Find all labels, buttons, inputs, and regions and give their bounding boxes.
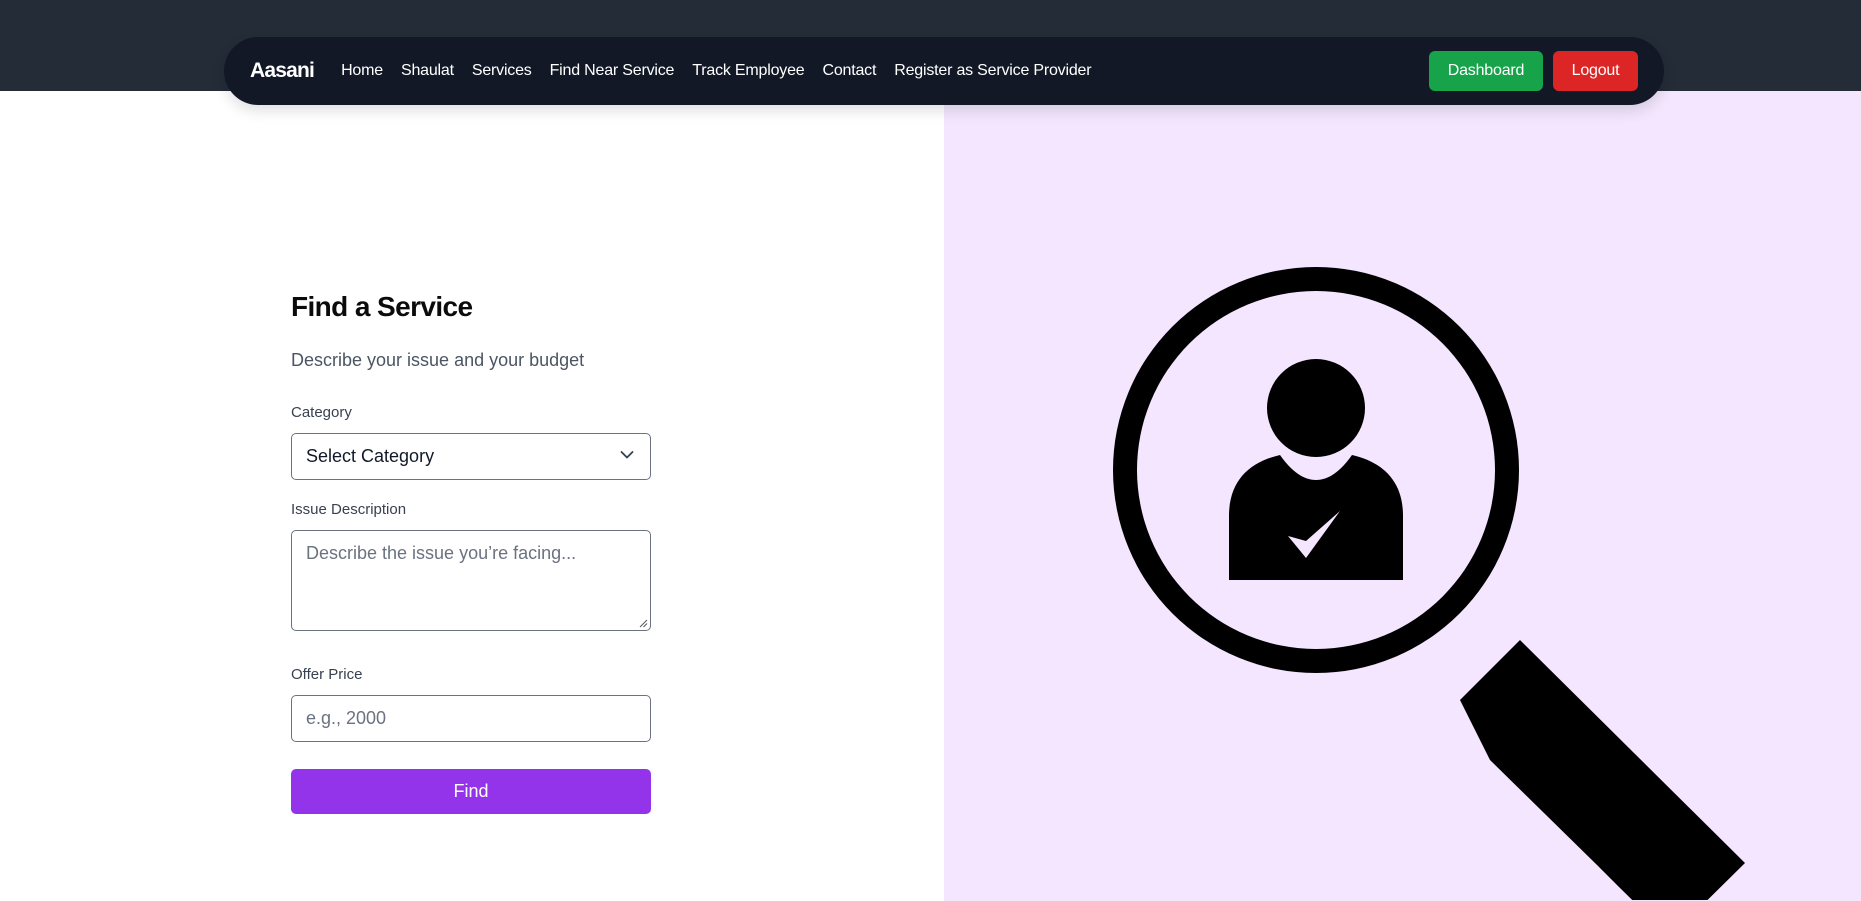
magnifier-person-check-icon (1113, 267, 1745, 900)
form-subtitle: Describe your issue and your budget (291, 350, 585, 370)
brand-logo[interactable]: Aasani (250, 59, 315, 83)
nav-link-contact[interactable]: Contact (822, 62, 876, 80)
category-select-value: Select Category (306, 446, 435, 466)
nav-link-shaulat[interactable]: Shaulat (401, 62, 454, 80)
offer-price-input[interactable]: e.g., 2000 (291, 695, 651, 742)
find-button[interactable]: Find (291, 769, 651, 814)
logout-button[interactable]: Logout (1553, 51, 1638, 91)
nav-actions: Dashboard Logout (1429, 51, 1638, 91)
resize-handle-icon[interactable] (638, 618, 648, 628)
offer-price-label: Offer Price (291, 666, 363, 683)
form-title: Find a Service (291, 291, 473, 322)
issue-placeholder: Describe the issue you’re facing... (306, 543, 577, 563)
navbar: Aasani Home Shaulat Services Find Near S… (224, 37, 1664, 105)
chevron-down-icon (620, 451, 634, 459)
category-label: Category (291, 404, 352, 421)
dashboard-button[interactable]: Dashboard (1429, 51, 1543, 91)
nav-link-services[interactable]: Services (472, 62, 532, 80)
offer-price-placeholder: e.g., 2000 (306, 708, 387, 728)
find-service-form: Find a Service Describe your issue and y… (291, 288, 651, 814)
nav-links: Home Shaulat Services Find Near Service … (341, 62, 1109, 80)
issue-description-textarea[interactable]: Describe the issue you’re facing... (291, 530, 651, 631)
issue-label: Issue Description (291, 501, 407, 518)
category-select[interactable]: Select Category (291, 433, 651, 480)
nav-link-home[interactable]: Home (341, 62, 383, 80)
nav-link-find-near-service[interactable]: Find Near Service (550, 62, 675, 80)
nav-link-track-employee[interactable]: Track Employee (692, 62, 804, 80)
nav-link-register-provider[interactable]: Register as Service Provider (894, 62, 1091, 80)
